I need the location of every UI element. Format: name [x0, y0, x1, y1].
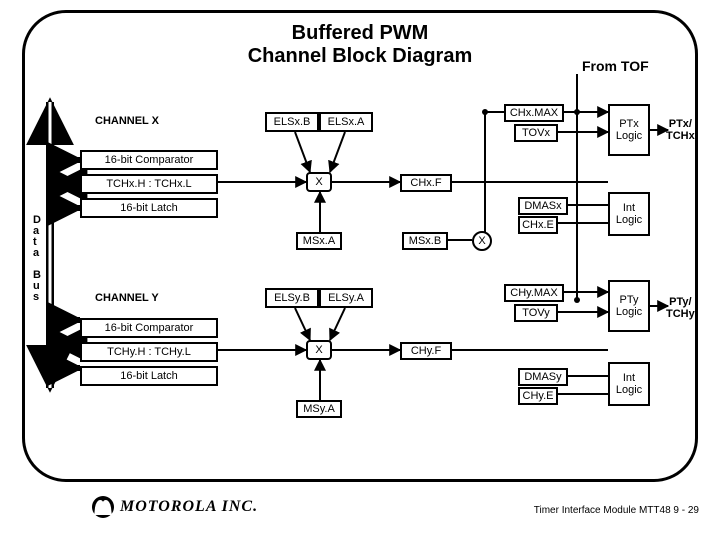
msya-box: MSy.A [296, 400, 342, 418]
ptx-logic-box: PTx Logic [608, 104, 650, 156]
footer-text: Timer Interface Module MTT48 9 - 29 [534, 505, 699, 516]
elsx-a-box: ELSx.A [319, 112, 373, 132]
tovx-box: TOVx [514, 124, 558, 142]
data-bus-label: D a t a B u s [33, 215, 41, 303]
chy-max-box: CHy.MAX [504, 284, 564, 302]
motorola-logo: MOTOROLA INC. [92, 496, 258, 518]
channel-y-label: CHANNEL Y [95, 292, 159, 304]
dmasy-box: DMASy [518, 368, 568, 386]
mux-y-box: X [306, 340, 332, 360]
elsy-b-box: ELSy.B [265, 288, 319, 308]
from-tof-label: From TOF [582, 58, 649, 74]
diagram-title: Buffered PWM Channel Block Diagram [200, 22, 520, 68]
channel-x-label: CHANNEL X [95, 115, 159, 127]
comparator-x-box: 16-bit Comparator [80, 150, 218, 170]
motorola-logo-text: MOTOROLA INC. [120, 498, 258, 516]
inty-logic-box: Int Logic [608, 362, 650, 406]
title-line2: Channel Block Diagram [248, 45, 473, 67]
pty-logic-box: PTy Logic [608, 280, 650, 332]
elsx-b-box: ELSx.B [265, 112, 319, 132]
chxe-box: CHx.E [518, 216, 558, 234]
tovy-box: TOVy [514, 304, 558, 322]
chyf-box: CHy.F [400, 342, 452, 360]
msxb-disconnect-icon: X [472, 231, 492, 251]
msxa-box: MSx.A [296, 232, 342, 250]
motorola-logo-icon [92, 496, 114, 518]
mux-x-box: X [306, 172, 332, 192]
ptx-out-label: PTx/ TCHx [666, 118, 695, 142]
latch-y-box: 16-bit Latch [80, 366, 218, 386]
pty-out-label: PTy/ TCHy [666, 296, 695, 320]
dmasx-box: DMASx [518, 197, 568, 215]
chx-max-box: CHx.MAX [504, 104, 564, 122]
elsy-a-box: ELSy.A [319, 288, 373, 308]
chxf-box: CHx.F [400, 174, 452, 192]
latch-x-box: 16-bit Latch [80, 198, 218, 218]
tchy-box: TCHy.H : TCHy.L [80, 342, 218, 362]
tchx-box: TCHx.H : TCHx.L [80, 174, 218, 194]
comparator-y-box: 16-bit Comparator [80, 318, 218, 338]
msxb-box: MSx.B [402, 232, 448, 250]
title-line1: Buffered PWM [292, 22, 429, 44]
chye-box: CHy.E [518, 387, 558, 405]
intx-logic-box: Int Logic [608, 192, 650, 236]
slide-frame [22, 10, 698, 482]
